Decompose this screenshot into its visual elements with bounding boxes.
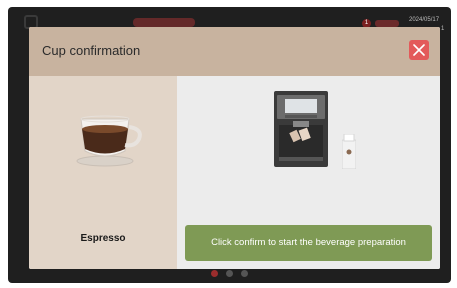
drink-name: Espresso — [80, 233, 126, 244]
page-dot-active[interactable] — [211, 270, 218, 277]
dialog-title: Cup confirmation — [42, 43, 141, 58]
page-dot[interactable] — [226, 270, 233, 277]
top-tab-indicator — [133, 18, 195, 27]
milk-container-icon — [342, 134, 356, 169]
page-dot[interactable] — [241, 270, 248, 277]
coffee-machine-icon — [274, 91, 328, 167]
status-indicator — [375, 20, 399, 27]
espresso-cup-icon — [76, 115, 142, 167]
confirm-button[interactable]: Click confirm to start the beverage prep… — [185, 225, 432, 261]
cup-confirmation-dialog: Cup confirmation Espresso Click confirm … — [29, 27, 440, 269]
dialog-header: Cup confirmation — [29, 27, 440, 76]
close-button[interactable] — [409, 40, 429, 60]
machine-panel: Click confirm to start the beverage prep… — [177, 76, 440, 269]
date-label: 2024/05/17 — [409, 17, 440, 23]
pagination-dots — [8, 270, 451, 277]
drink-panel: Espresso — [29, 76, 177, 269]
time-label: 1 — [441, 26, 445, 32]
close-icon — [413, 44, 425, 56]
